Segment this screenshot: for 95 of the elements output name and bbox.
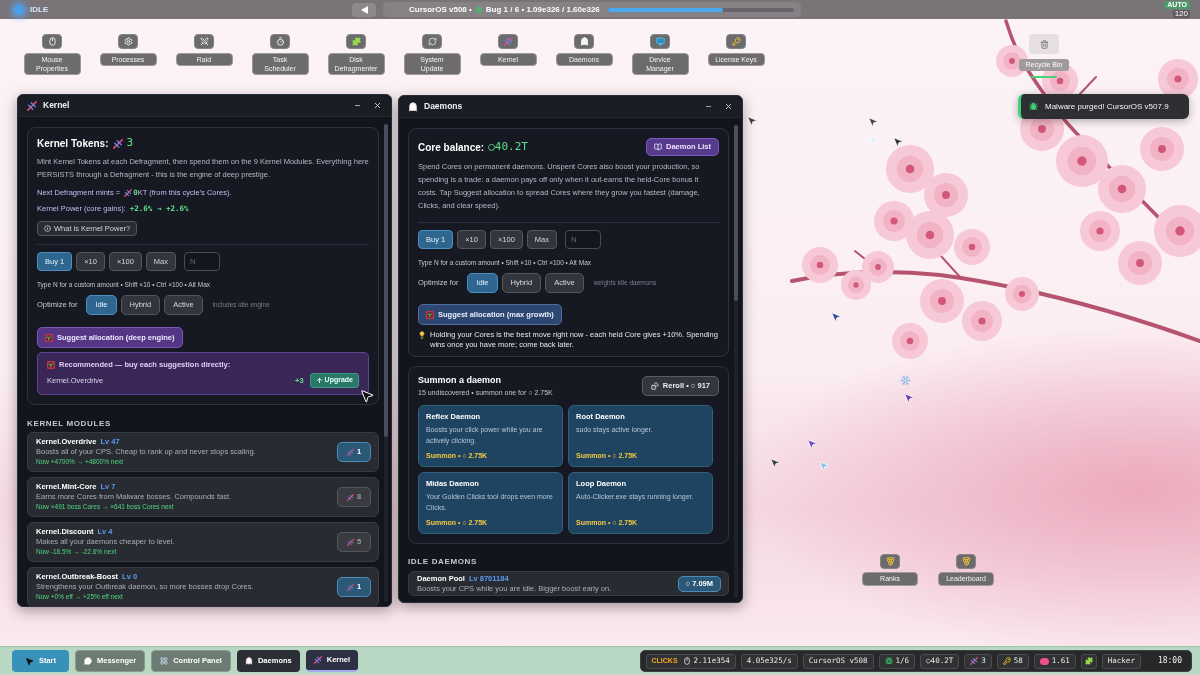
window-title: Daemons [424, 100, 463, 113]
stopwatch-icon [270, 34, 290, 49]
gear-icon [118, 34, 138, 49]
back-button[interactable] [352, 2, 376, 17]
clock: 18:00 [1157, 655, 1182, 667]
up-arrow-icon [315, 377, 323, 384]
blob-icon [1039, 657, 1049, 665]
blossom-flower [1080, 211, 1120, 251]
blossom-flower [892, 323, 928, 359]
cursor-icon [769, 457, 781, 469]
swords-icon [194, 34, 214, 49]
blossom-flower [802, 247, 838, 283]
abacus-icon [426, 310, 434, 319]
cursor-icon [903, 392, 915, 404]
blossom-flower [841, 270, 871, 300]
blossom-flower [906, 211, 954, 259]
bug-icon [474, 5, 483, 14]
ghost-icon [408, 101, 418, 112]
section-heading: KERNEL MODULES [27, 419, 112, 429]
blossom-flower [1140, 127, 1184, 171]
grid-icon [160, 657, 169, 665]
helix-icon [112, 138, 123, 149]
dice-icon [650, 382, 659, 390]
status-underline [1031, 76, 1057, 78]
info-icon [44, 225, 51, 232]
key-icon [1002, 657, 1011, 665]
puzzle-icon [346, 34, 366, 49]
mouse-icon [682, 657, 691, 665]
snowflake-icon [900, 375, 911, 386]
monitor-icon [650, 34, 670, 49]
balance-label: Core balance: [418, 140, 485, 155]
helix-icon [124, 189, 133, 197]
cursor-icon [892, 136, 904, 148]
helix-icon [346, 448, 354, 456]
blossom-flower [1005, 277, 1039, 311]
section-heading: IDLE DAEMONS [408, 557, 479, 567]
blossom-flower [1118, 241, 1162, 285]
window-title: Kernel [43, 99, 70, 112]
scrollbar-thumb[interactable] [384, 124, 388, 437]
tokens-label: Kernel Tokens: [37, 137, 109, 151]
key-icon [726, 34, 746, 49]
os-version: CursorOS v508 • [409, 3, 472, 16]
tokens-value: 3 [126, 135, 134, 152]
chat-bubble-icon [84, 657, 92, 665]
auto-count: 120 [1172, 10, 1190, 18]
close-icon [723, 102, 733, 111]
helix-icon [346, 538, 354, 546]
blossom-flower [862, 251, 894, 283]
abacus-icon [47, 360, 55, 369]
balance-value: ○40.2T [488, 138, 528, 155]
blossom-flower [962, 301, 1002, 341]
idle-status: IDLE [30, 3, 49, 16]
cursor-icon [818, 460, 830, 472]
bug-progress-text: Bug 1 / 6 • 1.09e326 / 1.60e326 [485, 3, 600, 16]
back-arrow-icon [360, 5, 368, 14]
helix-icon [346, 493, 354, 501]
blossom-flower [954, 229, 990, 265]
blossom-flower [924, 173, 968, 217]
blossom-flower [1098, 165, 1146, 213]
mouse-icon [42, 34, 62, 49]
medal-icon [880, 554, 900, 569]
cursor-icon [867, 116, 879, 128]
cursor-icon [868, 135, 880, 147]
close-icon [372, 101, 382, 110]
bug-icon [884, 657, 893, 665]
blossom-flower [1154, 205, 1200, 257]
helix-icon [27, 100, 37, 111]
helix-icon [498, 34, 518, 49]
summon-title: Summon a daemon [418, 375, 502, 386]
bug-icon [1029, 102, 1038, 111]
puzzle-icon [1080, 653, 1097, 669]
medal-icon [956, 554, 976, 569]
helix-icon [970, 657, 979, 665]
minimize-icon [704, 103, 712, 110]
minimize-icon [353, 102, 361, 109]
book-icon [654, 143, 662, 151]
mouse-pointer-icon [359, 388, 375, 404]
blossom-flower [1056, 135, 1108, 187]
blossom-flower [886, 145, 934, 193]
toast-message: Malware purged! CursorOS v507.9 [1045, 100, 1169, 113]
cursor-icon [806, 438, 818, 450]
helix-icon [313, 656, 322, 664]
helix-icon [346, 583, 354, 591]
scrollbar-thumb[interactable] [734, 125, 738, 301]
cursor-icon [746, 115, 758, 127]
cursor-icon [24, 656, 34, 666]
refresh-icon [422, 34, 442, 49]
abacus-icon [45, 333, 53, 342]
glow-orb-icon [14, 4, 24, 15]
trash-icon [1029, 34, 1059, 54]
ghost-icon [244, 657, 253, 665]
ghost-icon [574, 34, 594, 49]
blossom-flower [920, 279, 964, 323]
lightbulb-icon [418, 331, 426, 339]
cursor-icon [830, 311, 842, 323]
